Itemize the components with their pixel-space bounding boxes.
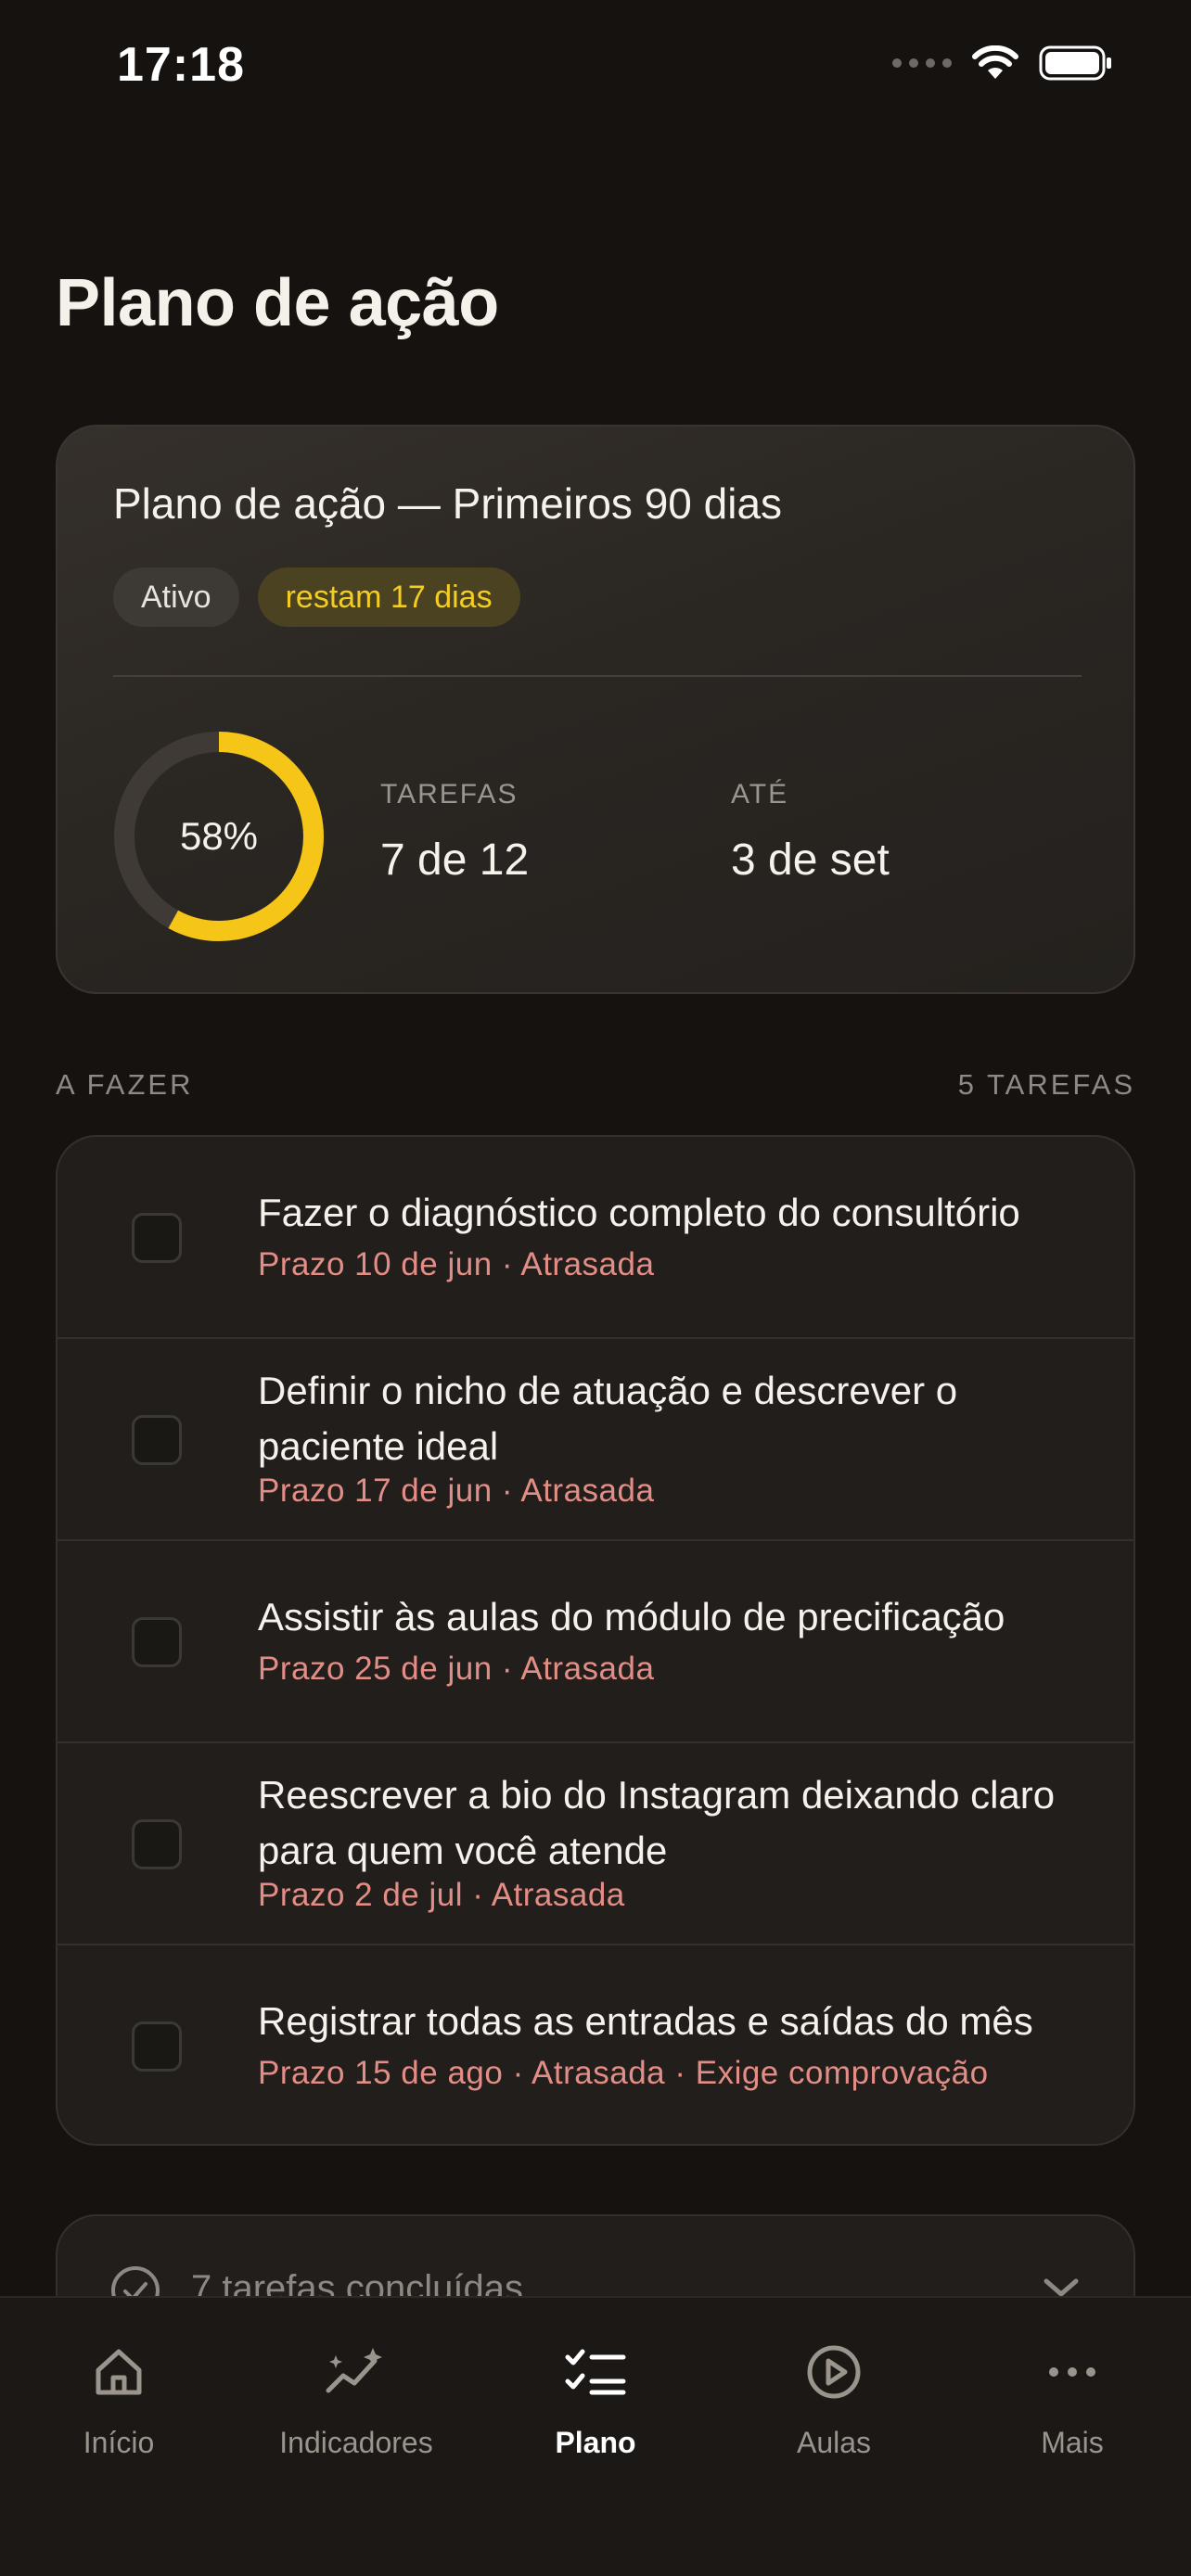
task-checkbox[interactable]: [132, 1617, 182, 1667]
progress-ring: 58%: [111, 729, 327, 944]
tab-label: Início: [83, 2426, 155, 2459]
stat-until-label: ATÉ: [731, 779, 789, 810]
plan-summary-card[interactable]: Plano de ação — Primeiros 90 dias Ativo …: [56, 425, 1135, 994]
cellular-signal-icon: [892, 58, 952, 68]
tab-indicadores[interactable]: Indicadores: [245, 2335, 467, 2460]
stat-tasks-value: 7 de 12: [380, 835, 530, 885]
sparkline-icon: [326, 2348, 382, 2393]
stat-until-value: 3 de set: [731, 835, 890, 885]
stat-tasks: TAREFAS 7 de 12: [380, 779, 529, 886]
page-title: Plano de ação: [56, 266, 499, 340]
status-badge: Ativo: [113, 567, 239, 627]
task-row[interactable]: Assistir às aulas do módulo de precifica…: [58, 1541, 1133, 1743]
wifi-icon: [972, 45, 1018, 79]
stat-tasks-label: TAREFAS: [380, 779, 519, 810]
play-circle-icon: [807, 2345, 861, 2399]
todo-section-header: A FAZER 5 TAREFAS: [56, 1068, 1135, 1102]
tab-inicio[interactable]: Início: [7, 2335, 230, 2460]
tab-mais[interactable]: Mais: [961, 2335, 1184, 2460]
task-row[interactable]: Registrar todas as entradas e saídas do …: [58, 1945, 1133, 2144]
task-row[interactable]: Fazer o diagnóstico completo do consultó…: [58, 1137, 1133, 1339]
tab-label: Aulas: [796, 2426, 872, 2459]
status-icons: [892, 45, 1113, 82]
task-title: Definir o nicho de atuação e descrever o…: [258, 1369, 958, 1468]
status-bar: 17:18: [0, 0, 1191, 139]
task-row[interactable]: Reescrever a bio do Instagram deixando c…: [58, 1743, 1133, 1945]
home-icon: [96, 2349, 142, 2395]
stat-until: ATÉ 3 de set: [731, 779, 890, 886]
task-title: Assistir às aulas do módulo de precifica…: [258, 1595, 1005, 1639]
task-checkbox[interactable]: [132, 1415, 182, 1465]
task-list: Fazer o diagnóstico completo do consultó…: [56, 1135, 1135, 2146]
more-icon: [1049, 2367, 1095, 2377]
task-row[interactable]: Definir o nicho de atuação e descrever o…: [58, 1339, 1133, 1541]
task-title: Fazer o diagnóstico completo do consultó…: [258, 1191, 1020, 1234]
checklist-icon: [565, 2349, 626, 2395]
task-checkbox[interactable]: [132, 1819, 182, 1869]
bottom-tab-bar: Início Indicadores Plano Aulas Mais: [0, 2296, 1191, 2576]
tab-label: Mais: [1041, 2426, 1104, 2459]
plan-badges: Ativo restam 17 dias: [113, 567, 520, 627]
task-deadline: Prazo 15 de ago · Atrasada · Exige compr…: [258, 2055, 989, 2091]
todo-count: 5 TAREFAS: [957, 1068, 1135, 1101]
task-checkbox[interactable]: [132, 1213, 182, 1263]
task-deadline: Prazo 17 de jun · Atrasada: [258, 1473, 655, 1509]
progress-percent: 58%: [179, 814, 259, 858]
tab-label: Plano: [555, 2426, 636, 2459]
task-deadline: Prazo 2 de jul · Atrasada: [258, 1877, 625, 1913]
task-deadline: Prazo 10 de jun · Atrasada: [258, 1246, 655, 1282]
plan-title: Plano de ação — Primeiros 90 dias: [113, 479, 783, 528]
remaining-days-badge: restam 17 dias: [257, 567, 520, 627]
tab-aulas[interactable]: Aulas: [723, 2335, 945, 2460]
tab-plano[interactable]: Plano: [484, 2335, 707, 2460]
screen: 17:18 Plano de ação Plano de ação — Prim…: [0, 0, 1191, 2576]
task-title: Registrar todas as entradas e saídas do …: [258, 1999, 1033, 2043]
todo-heading: A FAZER: [56, 1068, 194, 1101]
tab-label: Indicadores: [279, 2426, 433, 2459]
task-deadline: Prazo 25 de jun · Atrasada: [258, 1651, 655, 1687]
battery-icon: [1039, 45, 1111, 81]
task-checkbox[interactable]: [132, 2021, 182, 2072]
card-divider: [113, 675, 1082, 677]
task-title: Reescrever a bio do Instagram deixando c…: [258, 1773, 1056, 1872]
status-time: 17:18: [117, 38, 245, 92]
